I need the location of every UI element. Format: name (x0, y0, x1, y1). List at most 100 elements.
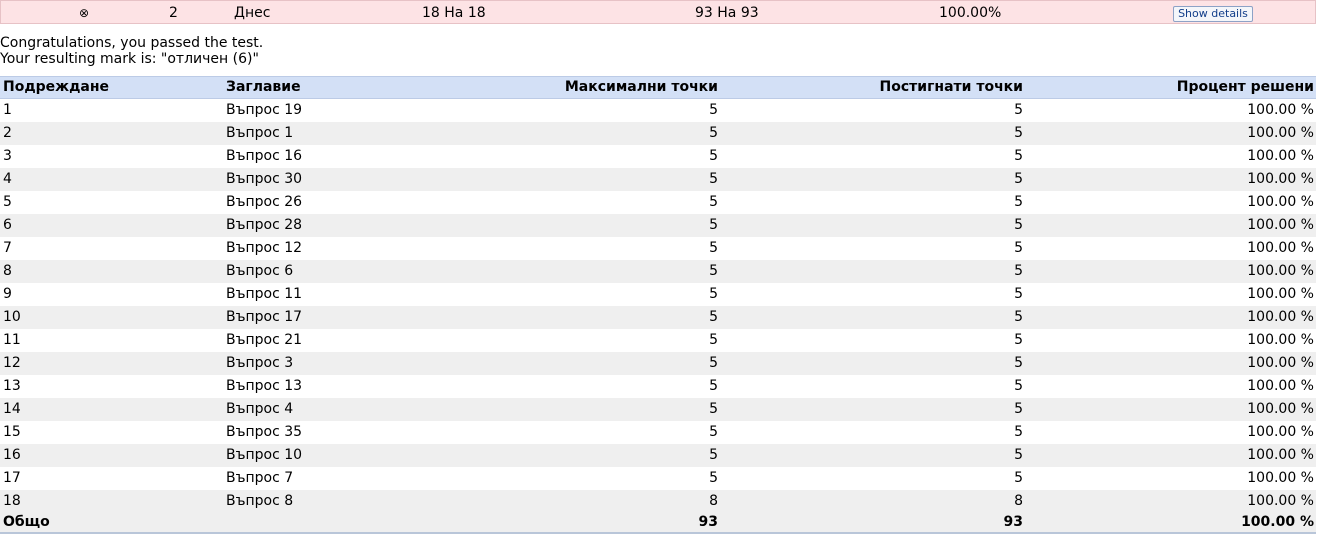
row-earned-points: 5 (720, 145, 1025, 168)
row-title: Въпрос 21 (223, 329, 493, 352)
total-earned-points: 93 (720, 513, 1025, 534)
show-details-button[interactable]: Show details (1173, 6, 1253, 22)
table-row: 12 Въпрос 3 5 5 100.00 % (0, 352, 1316, 375)
row-order: 3 (0, 145, 223, 168)
row-title: Въпрос 30 (223, 168, 493, 191)
row-order: 9 (0, 283, 223, 306)
row-title: Въпрос 4 (223, 398, 493, 421)
row-max-points: 5 (493, 467, 720, 490)
row-percent: 100.00 % (1025, 444, 1316, 467)
attempt-percent: 100.00% (939, 5, 1002, 21)
attempt-score: 93 На 93 (695, 5, 759, 21)
row-percent: 100.00 % (1025, 283, 1316, 306)
row-order: 7 (0, 237, 223, 260)
row-earned-points: 5 (720, 237, 1025, 260)
row-earned-points: 5 (720, 214, 1025, 237)
row-earned-points: 8 (720, 490, 1025, 513)
total-max-points: 93 (493, 513, 720, 534)
row-title: Въпрос 7 (223, 467, 493, 490)
row-title: Въпрос 11 (223, 283, 493, 306)
table-row: 18 Въпрос 8 8 8 100.00 % (0, 490, 1316, 513)
row-earned-points: 5 (720, 375, 1025, 398)
row-max-points: 5 (493, 191, 720, 214)
row-order: 17 (0, 467, 223, 490)
row-max-points: 5 (493, 375, 720, 398)
row-order: 8 (0, 260, 223, 283)
row-title: Въпрос 13 (223, 375, 493, 398)
row-percent: 100.00 % (1025, 98, 1316, 122)
attempt-questions: 18 На 18 (422, 5, 486, 21)
row-title: Въпрос 35 (223, 421, 493, 444)
row-earned-points: 5 (720, 467, 1025, 490)
table-row: 11 Въпрос 21 5 5 100.00 % (0, 329, 1316, 352)
table-row: 8 Въпрос 6 5 5 100.00 % (0, 260, 1316, 283)
row-order: 13 (0, 375, 223, 398)
table-row: 6 Въпрос 28 5 5 100.00 % (0, 214, 1316, 237)
status-icon: ⊗ (79, 6, 90, 20)
row-title: Въпрос 26 (223, 191, 493, 214)
row-percent: 100.00 % (1025, 260, 1316, 283)
row-percent: 100.00 % (1025, 122, 1316, 145)
header-max-points: Максимални точки (493, 76, 720, 99)
row-order: 1 (0, 98, 223, 122)
row-earned-points: 5 (720, 260, 1025, 283)
table-row: 4 Въпрос 30 5 5 100.00 % (0, 168, 1316, 191)
row-earned-points: 5 (720, 398, 1025, 421)
row-earned-points: 5 (720, 98, 1025, 122)
row-order: 14 (0, 398, 223, 421)
total-percent: 100.00 % (1025, 513, 1316, 534)
header-title: Заглавие (223, 76, 493, 99)
row-earned-points: 5 (720, 444, 1025, 467)
row-earned-points: 5 (720, 352, 1025, 375)
total-label: Общо (0, 513, 223, 534)
row-order: 12 (0, 352, 223, 375)
row-max-points: 5 (493, 444, 720, 467)
row-max-points: 5 (493, 237, 720, 260)
row-order: 10 (0, 306, 223, 329)
header-earned-points: Постигнати точки (720, 76, 1025, 99)
row-order: 15 (0, 421, 223, 444)
row-title: Въпрос 17 (223, 306, 493, 329)
row-percent: 100.00 % (1025, 306, 1316, 329)
row-order: 4 (0, 168, 223, 191)
total-empty (223, 513, 493, 534)
row-max-points: 5 (493, 260, 720, 283)
row-order: 2 (0, 122, 223, 145)
row-percent: 100.00 % (1025, 490, 1316, 513)
row-title: Въпрос 16 (223, 145, 493, 168)
row-percent: 100.00 % (1025, 398, 1316, 421)
header-percent: Процент решени (1025, 76, 1316, 99)
table-row: 3 Въпрос 16 5 5 100.00 % (0, 145, 1316, 168)
table-row: 14 Въпрос 4 5 5 100.00 % (0, 398, 1316, 421)
row-percent: 100.00 % (1025, 467, 1316, 490)
row-percent: 100.00 % (1025, 168, 1316, 191)
row-max-points: 8 (493, 490, 720, 513)
row-earned-points: 5 (720, 421, 1025, 444)
table-row: 1 Въпрос 19 5 5 100.00 % (0, 98, 1316, 122)
result-message: Congratulations, you passed the test. Yo… (0, 35, 263, 67)
results-table: Подреждане Заглавие Максимални точки Пос… (0, 76, 1316, 534)
row-order: 6 (0, 214, 223, 237)
row-earned-points: 5 (720, 283, 1025, 306)
row-title: Въпрос 28 (223, 214, 493, 237)
row-title: Въпрос 3 (223, 352, 493, 375)
row-percent: 100.00 % (1025, 145, 1316, 168)
row-order: 18 (0, 490, 223, 513)
row-percent: 100.00 % (1025, 237, 1316, 260)
row-max-points: 5 (493, 283, 720, 306)
table-row: 5 Въпрос 26 5 5 100.00 % (0, 191, 1316, 214)
row-percent: 100.00 % (1025, 375, 1316, 398)
row-earned-points: 5 (720, 122, 1025, 145)
row-max-points: 5 (493, 421, 720, 444)
row-title: Въпрос 8 (223, 490, 493, 513)
row-percent: 100.00 % (1025, 329, 1316, 352)
table-row: 15 Въпрос 35 5 5 100.00 % (0, 421, 1316, 444)
row-max-points: 5 (493, 122, 720, 145)
resulting-mark-text: Your resulting mark is: "отличен (6)" (0, 51, 259, 67)
row-max-points: 5 (493, 98, 720, 122)
row-percent: 100.00 % (1025, 421, 1316, 444)
row-earned-points: 5 (720, 306, 1025, 329)
row-title: Въпрос 19 (223, 98, 493, 122)
table-row: 2 Въпрос 1 5 5 100.00 % (0, 122, 1316, 145)
row-order: 5 (0, 191, 223, 214)
